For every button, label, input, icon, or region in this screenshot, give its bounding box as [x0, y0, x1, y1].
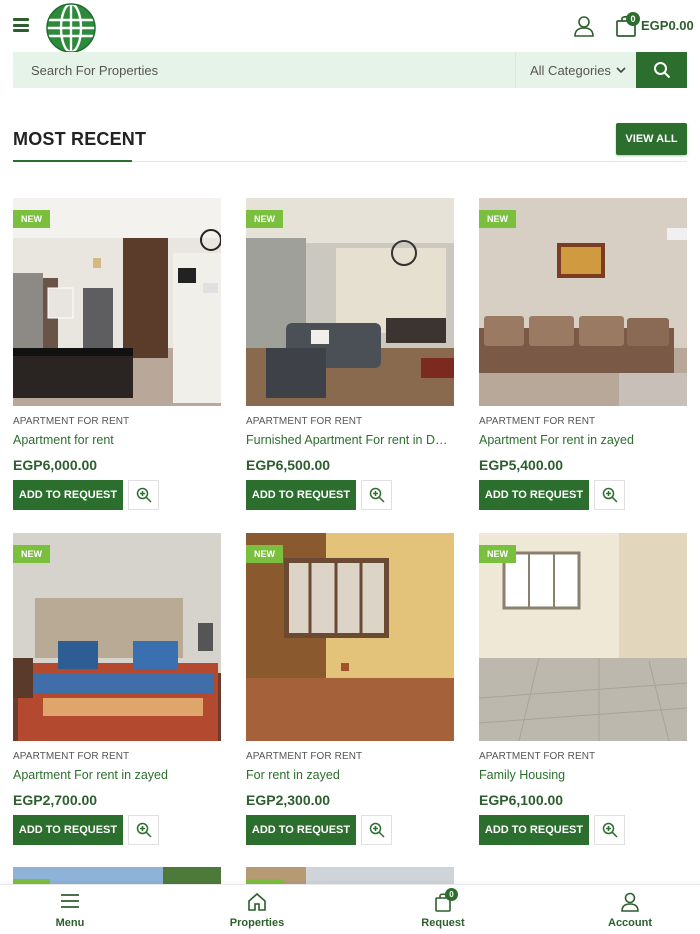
category-select[interactable]: All Categories	[515, 52, 636, 88]
user-icon	[620, 892, 640, 912]
quick-view-button[interactable]	[594, 815, 625, 845]
product-category[interactable]: APARTMENT FOR RENT	[246, 416, 454, 427]
new-badge: NEW	[13, 545, 50, 563]
request-count-badge: 0	[445, 888, 458, 901]
search-input[interactable]	[13, 52, 515, 88]
quick-view-button[interactable]	[594, 480, 625, 510]
add-to-request-button[interactable]: ADD TO REQUEST	[479, 815, 589, 845]
new-badge: NEW	[13, 210, 50, 228]
request-bag-icon: 0	[434, 888, 458, 912]
cart-count-badge: 0	[626, 12, 640, 26]
product-actions: ADD TO REQUEST	[479, 815, 687, 845]
product-price: EGP2,700.00	[13, 792, 98, 808]
product-title[interactable]: For rent in zayed	[246, 768, 451, 782]
nav-menu-label: Menu	[55, 917, 85, 929]
zoom-in-icon	[136, 487, 152, 503]
site-logo[interactable]	[45, 2, 97, 54]
product-image[interactable]: NEW	[246, 198, 454, 406]
product-category[interactable]: APARTMENT FOR RENT	[13, 751, 221, 762]
nav-request-label: Request	[421, 917, 465, 929]
search-icon	[653, 62, 670, 79]
zoom-in-icon	[602, 822, 618, 838]
product-title[interactable]: Family Housing	[479, 768, 684, 782]
add-to-request-button[interactable]: ADD TO REQUEST	[479, 480, 589, 510]
new-badge: NEW	[479, 545, 516, 563]
product-card: NEW APARTMENT FOR RENT Family Housing EG…	[479, 533, 687, 845]
product-card: NEW APARTMENT FOR RENT Apartment For ren…	[13, 533, 221, 845]
quick-view-button[interactable]	[361, 480, 392, 510]
quick-view-button[interactable]	[128, 815, 159, 845]
product-title[interactable]: Apartment for rent	[13, 433, 218, 447]
new-badge: NEW	[479, 210, 516, 228]
nav-menu[interactable]: Menu	[10, 885, 130, 934]
section-title-underline	[13, 160, 132, 162]
product-title[interactable]: Apartment For rent in zayed	[13, 768, 218, 782]
nav-properties[interactable]: Properties	[197, 885, 317, 934]
menu-icon	[60, 892, 80, 912]
product-category[interactable]: APARTMENT FOR RENT	[479, 751, 687, 762]
product-price: EGP6,000.00	[13, 457, 98, 473]
add-to-request-button[interactable]: ADD TO REQUEST	[246, 815, 356, 845]
bottom-navigation: Menu Properties 0 Request Account	[0, 884, 700, 934]
quick-view-button[interactable]	[128, 480, 159, 510]
product-price: EGP2,300.00	[246, 792, 331, 808]
product-image[interactable]: NEW	[479, 198, 687, 406]
product-category[interactable]: APARTMENT FOR RENT	[246, 751, 454, 762]
category-select-value: All Categories	[530, 62, 611, 78]
product-image[interactable]: NEW	[246, 533, 454, 741]
product-actions: ADD TO REQUEST	[246, 480, 454, 510]
zoom-in-icon	[602, 487, 618, 503]
product-actions: ADD TO REQUEST	[246, 815, 454, 845]
product-card: NEW APARTMENT FOR RENT Furnished Apartme…	[246, 198, 454, 510]
product-card: NEW APARTMENT FOR RENT Apartment For ren…	[479, 198, 687, 510]
divider	[132, 161, 687, 162]
nav-account-label: Account	[608, 917, 652, 929]
product-image[interactable]: NEW	[13, 198, 221, 406]
product-card: NEW APARTMENT FOR RENT Apartment for ren…	[13, 198, 221, 510]
header: 0 EGP0.00	[0, 0, 700, 54]
user-account-icon[interactable]	[572, 14, 596, 38]
chevron-down-icon	[616, 66, 626, 73]
add-to-request-button[interactable]: ADD TO REQUEST	[13, 815, 123, 845]
new-badge: NEW	[246, 545, 283, 563]
zoom-in-icon	[136, 822, 152, 838]
product-price: EGP6,100.00	[479, 792, 564, 808]
product-price: EGP5,400.00	[479, 457, 564, 473]
hamburger-menu-icon[interactable]	[13, 18, 29, 32]
home-icon	[247, 892, 267, 912]
nav-request[interactable]: 0 Request	[383, 885, 503, 934]
cart-total[interactable]: EGP0.00	[641, 18, 694, 33]
nav-account[interactable]: Account	[570, 885, 690, 934]
search-bar: All Categories	[13, 52, 687, 88]
product-actions: ADD TO REQUEST	[13, 480, 221, 510]
product-actions: ADD TO REQUEST	[479, 480, 687, 510]
product-category[interactable]: APARTMENT FOR RENT	[479, 416, 687, 427]
product-category[interactable]: APARTMENT FOR RENT	[13, 416, 221, 427]
product-price: EGP6,500.00	[246, 457, 331, 473]
product-actions: ADD TO REQUEST	[13, 815, 221, 845]
search-button[interactable]	[636, 52, 687, 88]
nav-properties-label: Properties	[229, 917, 285, 929]
product-card: NEW APARTMENT FOR RENT For rent in zayed…	[246, 533, 454, 845]
view-all-button[interactable]: VIEW ALL	[616, 123, 687, 155]
add-to-request-button[interactable]: ADD TO REQUEST	[13, 480, 123, 510]
quick-view-button[interactable]	[361, 815, 392, 845]
zoom-in-icon	[369, 822, 385, 838]
product-image[interactable]: NEW	[13, 533, 221, 741]
section-title: MOST RECENT	[13, 129, 147, 149]
product-title[interactable]: Apartment For rent in zayed	[479, 433, 684, 447]
product-image[interactable]: NEW	[479, 533, 687, 741]
new-badge: NEW	[246, 210, 283, 228]
add-to-request-button[interactable]: ADD TO REQUEST	[246, 480, 356, 510]
product-title[interactable]: Furnished Apartment For rent in Dar Misr…	[246, 433, 451, 447]
zoom-in-icon	[369, 487, 385, 503]
